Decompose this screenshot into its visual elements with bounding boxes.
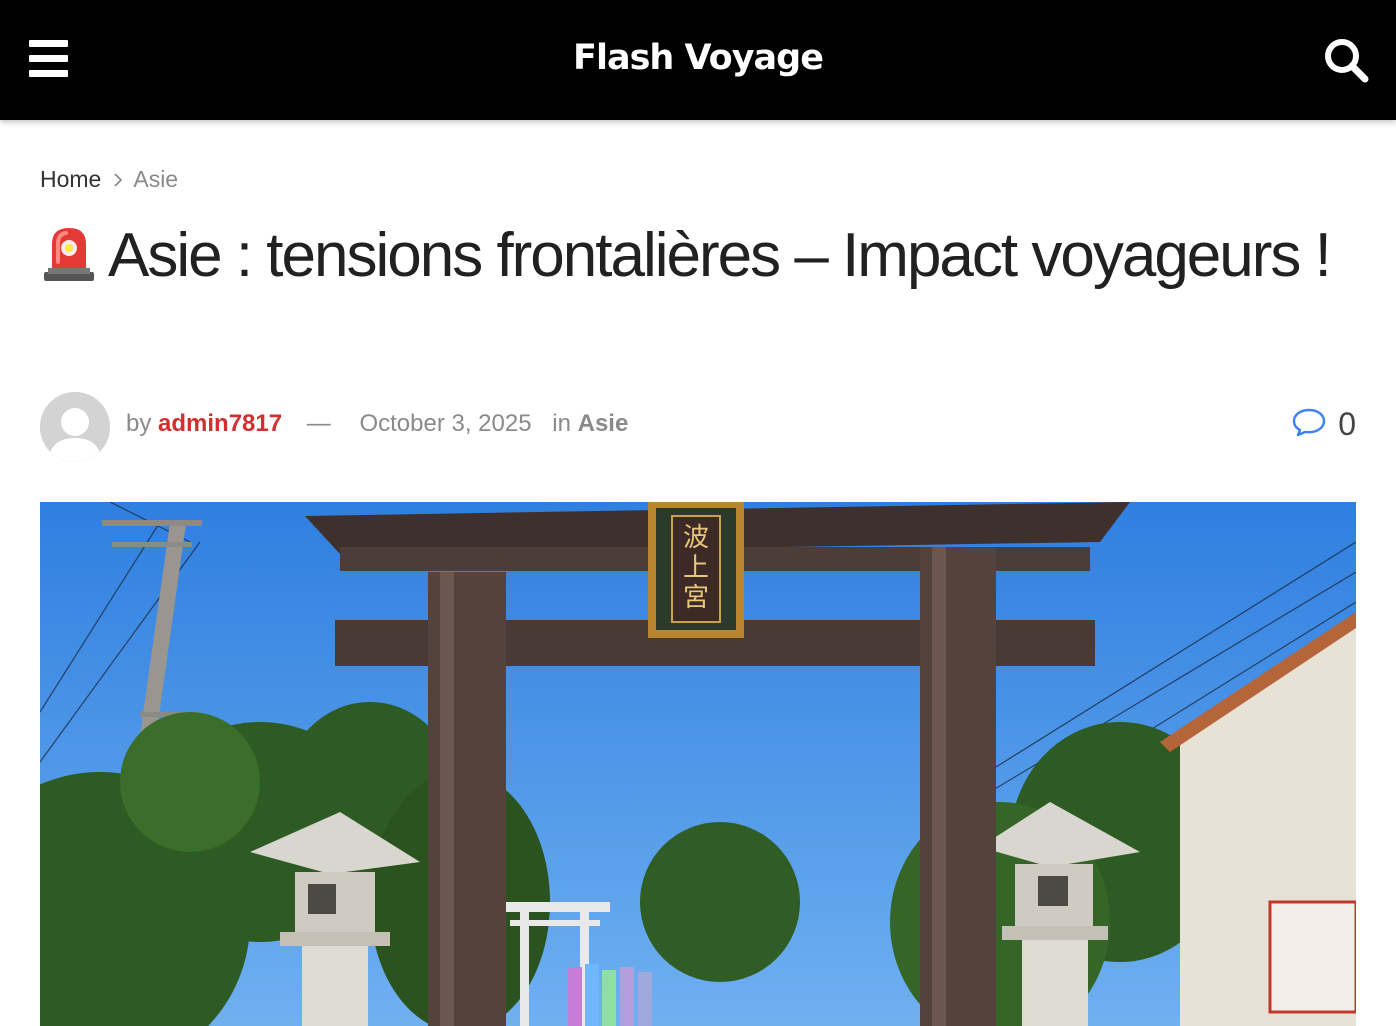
site-header: Flash Voyage [0, 0, 1396, 120]
torii-gate-photo: 波 上 宮 [40, 502, 1356, 1026]
chevron-right-icon [113, 166, 123, 193]
meta-separator: — [306, 410, 331, 437]
meta-text: by admin7817 — October 3, 2025 in Asie [126, 410, 628, 438]
breadcrumb: Home Asie [40, 166, 178, 193]
plaque-char-2: 上 [683, 553, 709, 583]
article-title-text: Asie : tensions frontalières – Impact vo… [108, 221, 1332, 290]
article-title: Asie : tensions frontalières – Impact vo… [40, 218, 1360, 300]
author-link[interactable]: admin7817 [158, 410, 282, 437]
search-icon[interactable] [1322, 36, 1370, 84]
siren-icon [40, 222, 98, 300]
by-label: by [126, 410, 152, 437]
category-link[interactable]: Asie [578, 410, 629, 437]
hero-image: 波 上 宮 [40, 502, 1356, 1026]
plaque-char-3: 宮 [683, 583, 709, 613]
comment-bubble-icon [1292, 407, 1326, 442]
comments-link[interactable]: 0 [1292, 406, 1356, 443]
article-meta: by admin7817 — October 3, 2025 in Asie 0 [40, 392, 1356, 462]
breadcrumb-current[interactable]: Asie [133, 166, 178, 193]
author-avatar[interactable] [40, 392, 110, 462]
plaque-char-1: 波 [683, 523, 709, 553]
site-title[interactable]: Flash Voyage [0, 38, 1396, 78]
comment-count: 0 [1338, 406, 1356, 442]
breadcrumb-home-link[interactable]: Home [40, 166, 101, 193]
in-label: in [552, 410, 571, 437]
publish-date[interactable]: October 3, 2025 [359, 410, 531, 437]
